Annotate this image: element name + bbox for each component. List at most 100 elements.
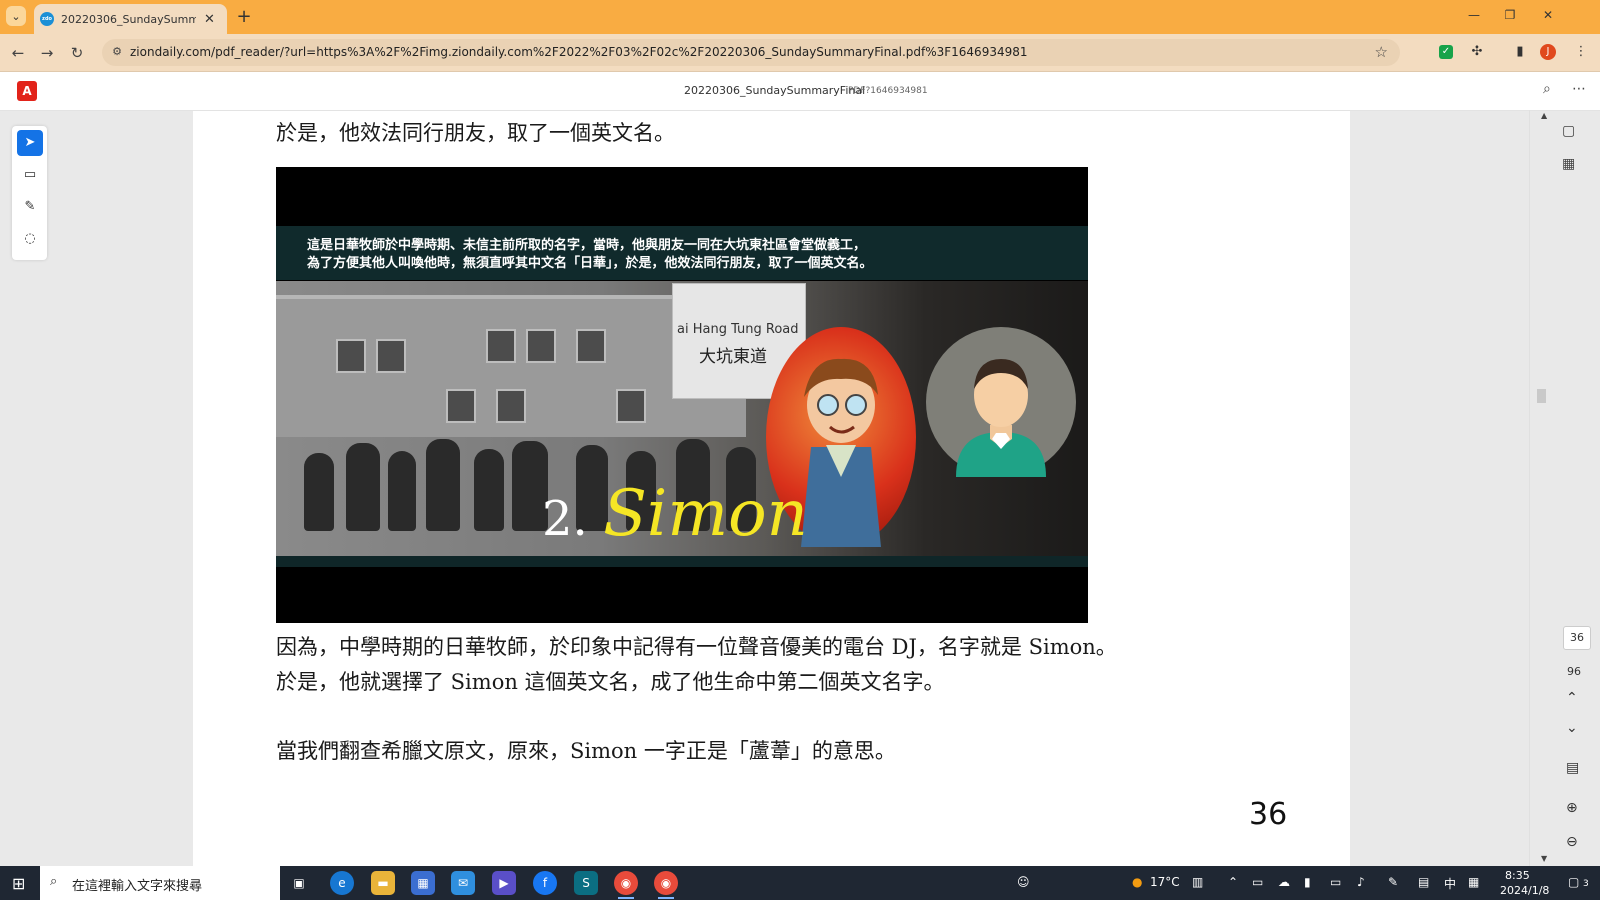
building-window [336,339,366,373]
embedded-video-still: 這是日華牧師於中學時期、未信主前所取的名字，當時，他與朋友一同在大坑東社區會堂做… [276,167,1088,623]
scroll-down-arrow-icon[interactable]: ▼ [1541,854,1547,863]
active-tab[interactable]: zdo 20220306_SundaySummaryF ✕ [34,4,227,34]
minimize-icon[interactable]: — [1464,8,1484,22]
comments-panel-icon[interactable]: ▢ [1562,123,1575,139]
browser-toolbar: ← → ↻ ⚙ ziondaily.com/pdf_reader/?url=ht… [0,34,1600,72]
page-number: 36 [1249,797,1288,832]
pdf-page: 於是，他效法同行朋友，取了一個英文名。 這是日華牧師於中學時期、未信主前所取的名… [193,111,1350,867]
extensions-puzzle-icon[interactable]: ✣ [1468,43,1486,61]
scroll-up-arrow-icon[interactable]: ▲ [1541,111,1547,120]
next-page-icon[interactable]: ⌄ [1566,720,1578,736]
person-silhouette [474,449,504,531]
search-icon[interactable]: ⌕ [1543,81,1551,97]
close-window-icon[interactable]: ✕ [1538,8,1558,22]
notification-count: 3 [1583,879,1589,889]
chrome-icon[interactable]: ◉ [614,871,638,895]
reload-icon[interactable]: ↻ [66,42,88,64]
weather-icon[interactable]: ● [1132,875,1142,889]
ime-options-icon[interactable]: ▦ [1468,875,1479,889]
clock-time[interactable]: 8:35 [1505,869,1530,882]
building-window [526,329,556,363]
more-options-icon[interactable]: ⋯ [1572,81,1586,97]
store-icon[interactable]: ▦ [411,871,435,895]
extension-check-icon[interactable]: ✓ [1439,45,1453,59]
windows-taskbar: ⊞ ⌕ 在這裡輸入文字來搜尋 ▣ e ▬ ▦ ✉ ▶ f S ◉ ◉ ☺ ● 1… [0,866,1600,900]
chrome-profile-icon[interactable]: ◉ [654,871,678,895]
notification-center-icon[interactable]: ▢ [1568,875,1579,889]
site-favicon: zdo [40,12,54,26]
windows-start-icon[interactable]: ⊞ [12,874,25,893]
show-hidden-icons-icon[interactable]: ⌃ [1228,875,1238,889]
bottom-band [276,556,1088,567]
ime-chinese-indicator[interactable]: 中 [1444,875,1456,892]
building-window [486,329,516,363]
clock-date[interactable]: 2024/1/8 [1500,884,1549,897]
add-comment-icon[interactable]: ▭ [17,162,43,188]
avatar-portrait [926,327,1076,477]
forward-icon[interactable]: → [36,42,58,64]
pdf-viewer-header: A 20220306_SundaySummaryFinal PDF?164693… [0,72,1600,111]
building-window [376,339,406,373]
profile-avatar[interactable]: J [1540,44,1556,60]
tab-close-icon[interactable]: ✕ [204,12,215,27]
body-text-line: 因為，中學時期的日華牧師，於印象中記得有一位聲音優美的電台 DJ，名字就是 Si… [276,635,1117,659]
active-app-indicator [658,897,674,899]
body-text-line: 於是，他就選擇了 Simon 這個英文名，成了他生命中第二個英文名字。 [276,670,945,694]
side-panel-icon[interactable]: ▮ [1511,43,1529,61]
street-sign-chinese: 大坑東道 [699,347,767,367]
person-avatar-icon [956,359,1046,477]
ime-mode-icon[interactable]: ▥ [1192,875,1203,889]
file-explorer-icon[interactable]: ▬ [371,871,395,895]
building-window [446,389,476,423]
battery-icon[interactable]: ▮ [1304,875,1311,889]
simon-title-overlay: 2. Simon [542,477,808,551]
page-info-icon[interactable]: ▤ [1566,760,1579,776]
thumbnails-grid-icon[interactable]: ▦ [1562,156,1575,172]
select-tool-icon[interactable]: ➤ [17,130,43,156]
app-s-icon[interactable]: S [574,871,598,895]
onedrive-icon[interactable]: ☁ [1278,875,1290,889]
building-window [576,329,606,363]
volume-icon[interactable]: ♪ [1357,875,1365,889]
body-text-line: 當我們翻查希臘文原文，原來，Simon 一字正是「蘆葦」的意思。 [276,739,896,763]
keyboard-icon[interactable]: ▤ [1418,875,1429,889]
tab-title: 20220306_SundaySummaryF [61,12,196,26]
previous-page-icon[interactable]: ⌃ [1566,690,1578,706]
people-icon[interactable]: ☺ [1017,875,1030,889]
lasso-icon[interactable]: ◌ [17,226,43,252]
zoom-out-icon[interactable]: ⊖ [1566,834,1578,850]
zoom-in-icon[interactable]: ⊕ [1566,800,1578,816]
network-icon[interactable]: ▭ [1330,875,1341,889]
person-silhouette [426,439,460,531]
total-pages: 96 [1567,665,1581,678]
search-icon: ⌕ [50,874,58,889]
new-tab-button[interactable]: + [233,6,255,28]
right-rail-divider [1529,110,1530,866]
facebook-icon[interactable]: f [533,871,557,895]
annotation-toolbar: ➤ ▭ ✎ ◌ [12,126,47,260]
taskbar-search-placeholder: 在這裡輸入文字來搜尋 [72,879,203,894]
restore-icon[interactable]: ❐ [1500,8,1520,22]
draw-pen-icon[interactable]: ✎ [17,194,43,220]
site-info-icon[interactable]: ⚙ [109,44,125,60]
bookmark-star-icon[interactable]: ☆ [1375,43,1388,61]
caption-line-1: 這是日華牧師於中學時期、未信主前所取的名字，當時，他與朋友一同在大坑東社區會堂做… [307,238,867,253]
url-text[interactable]: ziondaily.com/pdf_reader/?url=https%3A%2… [130,45,1360,59]
edge-browser-icon[interactable]: e [330,871,354,895]
menu-kebab-icon[interactable]: ⋮ [1572,43,1590,61]
back-icon[interactable]: ← [7,42,29,64]
current-page-input[interactable]: 36 [1563,626,1591,650]
acrobat-logo-icon: A [17,81,37,101]
tab-search-button[interactable]: ⌄ [6,6,26,26]
document-subtitle: PDF?1646934981 [848,86,928,96]
task-view-icon[interactable]: ▣ [287,871,311,895]
meet-now-icon[interactable]: ▭ [1252,875,1263,889]
pen-icon[interactable]: ✎ [1388,875,1398,889]
address-bar[interactable]: ⚙ ziondaily.com/pdf_reader/?url=https%3A… [102,39,1400,66]
mail-icon[interactable]: ✉ [451,871,475,895]
media-player-icon[interactable]: ▶ [492,871,516,895]
weather-temperature[interactable]: 17°C [1150,875,1180,889]
taskbar-search-box[interactable]: ⌕ 在這裡輸入文字來搜尋 [40,866,280,900]
scrollbar-thumb[interactable] [1537,389,1546,403]
body-text-line: 於是，他效法同行朋友，取了一個英文名。 [276,121,675,145]
